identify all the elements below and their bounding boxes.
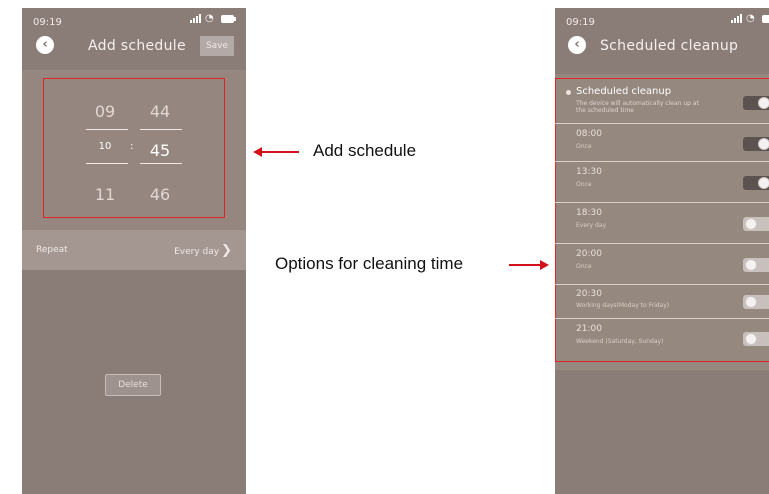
status-bar: 09:19 ◔ (555, 8, 769, 30)
status-time: 09:19 (33, 17, 62, 28)
annotation-options: Options for cleaning time (275, 254, 464, 273)
chevron-left-icon: ‹ (42, 37, 48, 52)
schedule-time: 08:00 (576, 129, 602, 139)
battery-icon (221, 14, 236, 23)
list-item[interactable]: 20:30 Working days(Moday to Friday) (555, 285, 769, 319)
wifi-icon: ◔ (746, 13, 755, 24)
toggle-knob (758, 177, 769, 189)
save-button[interactable]: Save (200, 36, 234, 56)
app-bar: ‹ Add schedule Save (22, 32, 246, 70)
schedule-header-subtitle: The device will automatically clean up a… (576, 100, 699, 114)
repeat-row[interactable]: Repeat Every day ❯ (22, 230, 246, 270)
hour-option-next[interactable]: 11 (85, 185, 125, 204)
toggle-knob (758, 97, 769, 109)
status-icons: ◔ (731, 13, 769, 24)
list-item[interactable]: 21:00 Weekend (Saturday, Sunday) (555, 319, 769, 359)
highlight-box-picker (43, 78, 225, 218)
hour-option-selected[interactable]: 10 (85, 141, 125, 152)
minute-option-next[interactable]: 46 (140, 185, 180, 204)
time-separator: : (130, 141, 134, 152)
minute-option-selected[interactable]: 45 (140, 141, 180, 160)
signal-icon (190, 14, 201, 23)
annotation-arrow-line (509, 264, 541, 266)
schedule-time: 13:30 (576, 167, 602, 177)
toggle-knob (758, 138, 769, 150)
schedule-time: 20:00 (576, 249, 602, 259)
repeat-label: Repeat (36, 245, 68, 255)
picker-divider (86, 129, 128, 130)
schedule-toggle[interactable] (743, 258, 769, 272)
schedule-toggle[interactable] (743, 176, 769, 190)
schedule-repeat: Every day (576, 222, 606, 229)
signal-icon (731, 14, 742, 23)
picker-divider (140, 129, 182, 130)
schedule-time: 18:30 (576, 208, 602, 218)
schedule-toggle[interactable] (743, 332, 769, 346)
schedule-time: 21:00 (576, 324, 602, 334)
back-button[interactable]: ‹ (568, 36, 586, 54)
add-schedule-screen: 09:19 ◔ ‹ Add schedule Save 09 10 11 44 … (22, 8, 246, 494)
delete-button[interactable]: Delete (105, 374, 161, 396)
annotation-add-schedule: Add schedule (313, 141, 417, 160)
dot-icon (566, 90, 571, 95)
chevron-right-icon: ❯ (221, 243, 232, 258)
battery-icon (762, 14, 769, 23)
scheduled-cleanup-screen: 09:19 ◔ ‹ Scheduled cleanup Scheduled cl… (555, 8, 769, 494)
list-item[interactable]: 08:00 Once (555, 124, 769, 162)
minute-option-prev[interactable]: 44 (140, 102, 180, 121)
repeat-value: Every day ❯ (174, 243, 232, 258)
wifi-icon: ◔ (205, 13, 214, 24)
picker-divider (140, 163, 182, 164)
schedule-toggle[interactable] (743, 137, 769, 151)
schedule-header-title: Scheduled cleanup (576, 86, 672, 97)
list-item[interactable]: 18:30 Every day (555, 203, 769, 244)
schedule-repeat: Weekend (Saturday, Sunday) (576, 338, 664, 345)
hour-option-prev[interactable]: 09 (85, 102, 125, 121)
schedule-time: 20:30 (576, 289, 602, 299)
schedule-repeat: Once (576, 143, 592, 150)
schedule-repeat: Once (576, 181, 592, 188)
app-bar: ‹ Scheduled cleanup (555, 32, 769, 70)
toggle-knob (745, 333, 757, 345)
toggle-knob (745, 259, 757, 271)
schedule-toggle[interactable] (743, 217, 769, 231)
schedule-repeat: Once (576, 263, 592, 270)
schedule-toggle[interactable] (743, 295, 769, 309)
back-button[interactable]: ‹ (36, 36, 54, 54)
toggle-knob (745, 296, 757, 308)
schedule-repeat: Working days(Moday to Friday) (576, 302, 670, 309)
schedule-header-row: Scheduled cleanup The device will automa… (555, 82, 769, 124)
annotation-arrow-line (261, 151, 299, 153)
list-item[interactable]: 13:30 Once (555, 162, 769, 203)
toggle-knob (745, 218, 757, 230)
master-toggle[interactable] (743, 96, 769, 110)
list-item[interactable]: 20:00 Once (555, 244, 769, 285)
arrow-right-icon (540, 260, 549, 270)
status-time: 09:19 (566, 17, 595, 28)
picker-divider (86, 163, 128, 164)
status-bar: 09:19 ◔ (22, 8, 246, 30)
status-icons: ◔ (190, 13, 236, 24)
page-title: Scheduled cleanup (600, 38, 739, 54)
chevron-left-icon: ‹ (574, 37, 580, 52)
repeat-value-text: Every day (174, 247, 220, 257)
page-title: Add schedule (88, 38, 186, 54)
